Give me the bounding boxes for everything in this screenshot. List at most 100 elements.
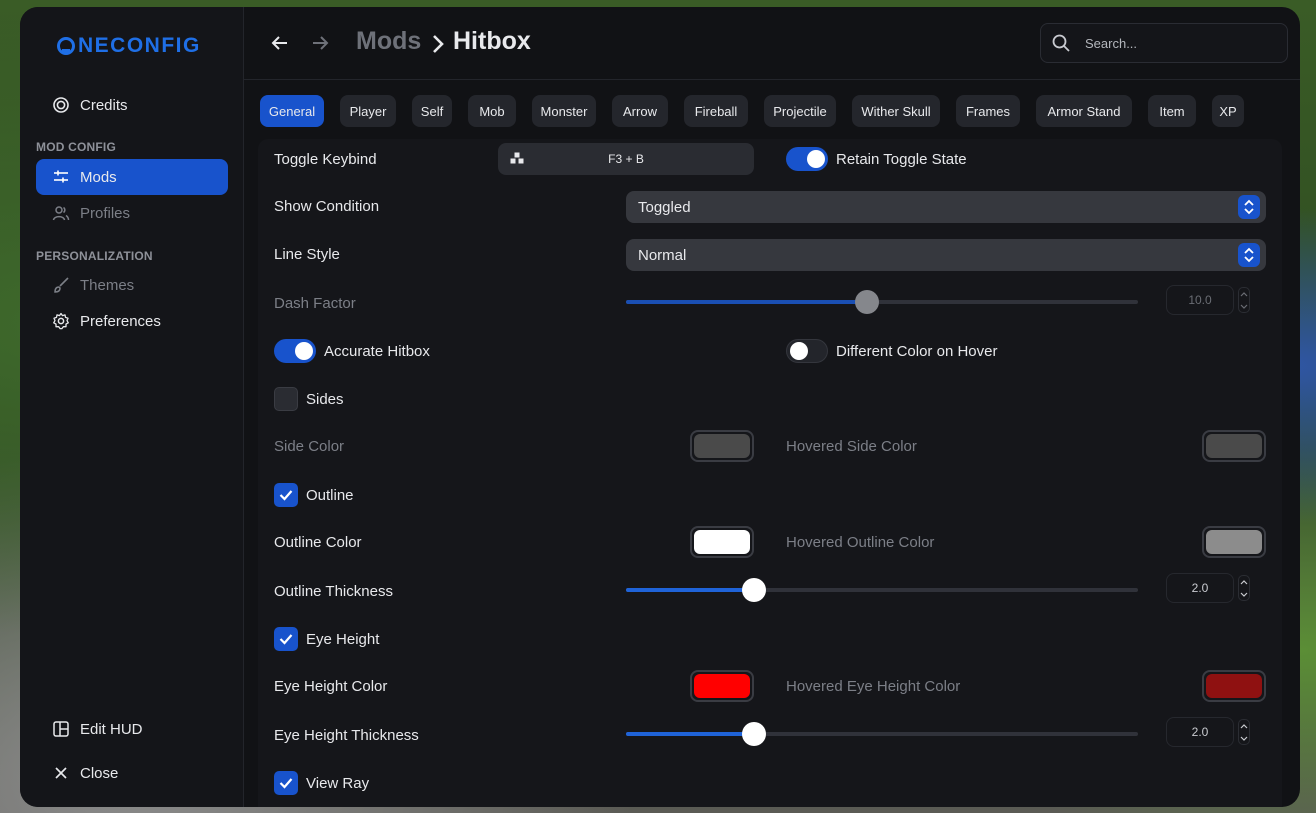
slider-fill [626, 300, 867, 304]
eye-height-thickness-input[interactable]: 2.0 [1166, 717, 1234, 747]
slider-thumb[interactable] [742, 722, 766, 746]
line-style-dropdown[interactable]: Normal [626, 239, 1266, 271]
outline-color-label: Outline Color [274, 534, 362, 551]
hovered-side-color-label: Hovered Side Color [786, 438, 917, 455]
sidebar-item-label: Credits [80, 96, 128, 114]
outline-thickness-input[interactable]: 2.0 [1166, 573, 1234, 603]
sides-checkbox[interactable] [274, 387, 298, 411]
color-fill [1206, 434, 1262, 458]
outline-thickness-stepper[interactable] [1238, 575, 1250, 601]
show-condition-dropdown[interactable]: Toggled [626, 191, 1266, 223]
outline-color-swatch[interactable] [690, 526, 754, 558]
different-color-on-hover-switch[interactable] [786, 339, 828, 363]
hovered-eye-height-color-label: Hovered Eye Height Color [786, 678, 961, 695]
view-ray-label: View Ray [306, 775, 370, 792]
retain-toggle-state-label: Retain Toggle State [836, 151, 967, 168]
hovered-side-color-swatch[interactable] [1202, 430, 1266, 462]
eye-height-checkbox[interactable] [274, 627, 298, 651]
sidebar-item-preferences[interactable]: Preferences [36, 303, 228, 339]
sidebar-item-label: Mods [80, 168, 117, 186]
color-fill [694, 674, 750, 698]
keybind-value: F3 + B [608, 152, 644, 166]
dropdown-value: Toggled [638, 198, 691, 216]
color-fill [694, 530, 750, 554]
color-fill [694, 434, 750, 458]
eye-height-label: Eye Height [306, 631, 380, 648]
tab-general[interactable]: General [260, 95, 324, 127]
tab-wither-skull[interactable]: Wither Skull [852, 95, 940, 127]
outline-label: Outline [306, 487, 354, 504]
dash-factor-stepper[interactable] [1238, 287, 1250, 313]
logo-ring-icon [57, 37, 75, 55]
sidebar-item-label: Profiles [80, 204, 131, 222]
tab-item[interactable]: Item [1148, 95, 1196, 127]
slider-thumb[interactable] [742, 578, 766, 602]
search-input[interactable] [1085, 35, 1255, 51]
breadcrumb-parent[interactable]: Mods [356, 27, 421, 56]
tab-armor-stand[interactable]: Armor Stand [1036, 95, 1132, 127]
eye-height-thickness-slider[interactable] [626, 722, 1138, 746]
sidebar-item-mods[interactable]: Mods [36, 159, 228, 195]
outline-thickness-label: Outline Thickness [274, 583, 393, 600]
chevron-right-icon [433, 35, 444, 53]
accurate-hitbox-switch[interactable] [274, 339, 316, 363]
tab-fireball[interactable]: Fireball [684, 95, 748, 127]
outline-thickness-slider[interactable] [626, 578, 1138, 602]
slider-thumb[interactable] [855, 290, 879, 314]
different-color-on-hover-label: Different Color on Hover [836, 343, 998, 360]
keyboard-icon [510, 152, 524, 164]
eye-height-color-swatch[interactable] [690, 670, 754, 702]
tab-mob[interactable]: Mob [468, 95, 516, 127]
search-box[interactable] [1040, 23, 1288, 63]
stepper-up-icon[interactable] [1240, 579, 1248, 585]
line-style-label: Line Style [274, 246, 340, 263]
credits-icon [53, 97, 69, 113]
page-title: Hitbox [453, 27, 531, 55]
sidebar-item-profiles[interactable]: Profiles [36, 195, 228, 231]
show-condition-label: Show Condition [274, 198, 380, 215]
header: Mods Hitbox [244, 7, 1300, 80]
sliders-icon [54, 170, 68, 183]
checkmark-icon [279, 490, 293, 501]
sidebar-item-close[interactable]: Close [36, 755, 228, 791]
forward-arrow-icon[interactable] [308, 31, 332, 55]
hovered-outline-color-swatch[interactable] [1202, 526, 1266, 558]
sidebar-item-credits[interactable]: Credits [36, 87, 228, 123]
sidebar-item-edit-hud[interactable]: Edit HUD [36, 711, 228, 747]
sidebar-item-themes[interactable]: Themes [36, 267, 228, 303]
checkmark-icon [279, 634, 293, 645]
side-color-swatch[interactable] [690, 430, 754, 462]
checkmark-icon [279, 778, 293, 789]
dropdown-value: Normal [638, 246, 687, 264]
hovered-eye-height-color-swatch[interactable] [1202, 670, 1266, 702]
stepper-down-icon[interactable] [1240, 304, 1248, 309]
chevron-updown-icon [1238, 195, 1260, 219]
tab-player[interactable]: Player [340, 95, 396, 127]
back-arrow-icon[interactable] [268, 31, 292, 55]
stepper-down-icon[interactable] [1240, 592, 1248, 597]
dash-factor-label: Dash Factor [274, 295, 356, 312]
tab-frames[interactable]: Frames [956, 95, 1020, 127]
dash-factor-slider[interactable] [626, 290, 1138, 314]
outline-checkbox[interactable] [274, 483, 298, 507]
eye-height-thickness-stepper[interactable] [1238, 719, 1250, 745]
oneconfig-logo: NECONFIG [57, 34, 201, 57]
tab-xp[interactable]: XP [1212, 95, 1244, 127]
tab-projectile[interactable]: Projectile [764, 95, 836, 127]
keybind-button[interactable]: F3 + B [498, 143, 754, 175]
settings-panel: Toggle Keybind F3 + B Retain Toggle Stat… [258, 139, 1282, 807]
dash-factor-input[interactable]: 10.0 [1166, 285, 1234, 315]
stepper-down-icon[interactable] [1240, 736, 1248, 741]
tab-monster[interactable]: Monster [532, 95, 596, 127]
users-icon [52, 206, 70, 221]
stepper-up-icon[interactable] [1240, 291, 1248, 297]
color-fill [1206, 674, 1262, 698]
retain-toggle-state-switch[interactable] [786, 147, 828, 171]
accurate-hitbox-label: Accurate Hitbox [324, 343, 430, 360]
sidebar: NECONFIG Credits MOD CONFIG Mods Profile… [20, 7, 244, 807]
tab-self[interactable]: Self [412, 95, 452, 127]
stepper-up-icon[interactable] [1240, 723, 1248, 729]
view-ray-checkbox[interactable] [274, 771, 298, 795]
sidebar-item-label: Edit HUD [80, 720, 143, 738]
tab-arrow[interactable]: Arrow [612, 95, 668, 127]
